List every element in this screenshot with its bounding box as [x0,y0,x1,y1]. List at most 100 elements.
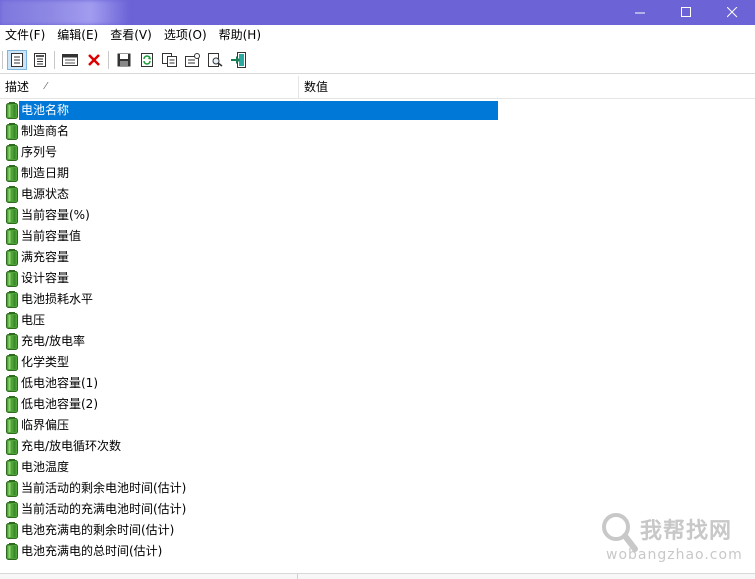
list-item-label: 电池名称 [21,103,70,117]
close-icon [726,7,737,18]
battery-icon [6,249,18,266]
view-html-icon [34,53,46,67]
delete-button[interactable] [84,50,104,70]
list-item[interactable]: 设计容量 [0,268,755,289]
battery-icon [6,228,18,245]
list-item[interactable]: 序列号 [0,142,755,163]
battery-icon [6,312,18,329]
battery-icon [6,375,18,392]
battery-icon [6,438,18,455]
list-item[interactable]: 电池损耗水平 [0,289,755,310]
properties-button[interactable] [60,50,80,70]
list-item[interactable]: 充电/放电率 [0,331,755,352]
properties-icon [62,54,78,66]
list-item-label: 充电/放电循环次数 [21,439,122,453]
list-item[interactable]: 当前活动的剩余电池时间(估计) [0,478,755,499]
battery-icon [6,123,18,140]
column-header-description-label: 描述 [5,80,30,94]
watermark: 我帮找网 wobangzhao.com [600,505,750,575]
list-item[interactable]: 化学类型 [0,352,755,373]
refresh-button[interactable] [137,50,157,70]
list-item-label: 电池充满电的总时间(估计) [21,544,163,558]
list-item-label: 序列号 [21,145,58,159]
menu-help[interactable]: 帮助(H) [213,25,267,46]
list-item-label: 化学类型 [21,355,70,369]
title-bar [0,0,755,25]
save-icon [117,53,131,67]
list-item-label: 临界偏压 [21,418,70,432]
list-item[interactable]: 充电/放电循环次数 [0,436,755,457]
options-button[interactable] [183,50,203,70]
battery-info-list: 电池名称制造商名序列号制造日期电源状态当前容量(%) 当前容量值满充容量设计容量电… [0,100,755,562]
list-item[interactable]: 电源状态 [0,184,755,205]
menu-edit[interactable]: 编辑(E) [51,25,104,46]
save-button[interactable] [114,50,134,70]
column-divider [297,574,298,579]
list-item-label: 电压 [21,313,46,327]
delete-icon [88,54,100,66]
list-item[interactable]: 满充容量 [0,247,755,268]
list-item-label: 电池充满电的剩余时间(估计) [21,523,175,537]
battery-icon [6,333,18,350]
title-text-blurred [0,0,130,25]
list-item[interactable]: 电压 [0,310,755,331]
view-details-icon [11,53,23,67]
find-icon [208,53,223,67]
list-item[interactable]: 当前容量值 [0,226,755,247]
options-icon [185,53,200,67]
battery-icon [6,144,18,161]
toolbar [0,46,755,74]
list-item[interactable]: 电池名称 [0,100,755,121]
battery-icon [6,417,18,434]
battery-icon [6,501,18,518]
menu-options[interactable]: 选项(O) [158,25,213,46]
list-item[interactable]: 当前容量(%) [0,205,755,226]
column-header-value-label: 数值 [304,80,329,94]
battery-icon [6,543,18,560]
list-item-label: 当前活动的剩余电池时间(估计) [21,481,187,495]
list-item-label: 电源状态 [21,187,70,201]
list-item[interactable]: 低电池容量(1) [0,373,755,394]
list-header: 描述 ⁄ 数值 [0,76,755,99]
watermark-url: wobangzhao.com [606,547,743,563]
battery-icon [6,522,18,539]
menu-view[interactable]: 查看(V) [104,25,158,46]
battery-icon [6,396,18,413]
list-item-label: 制造日期 [21,166,70,180]
battery-icon [6,186,18,203]
minimize-button[interactable] [617,0,663,25]
refresh-icon [141,53,153,67]
copy-button[interactable] [160,50,180,70]
list-item-label: 设计容量 [21,271,70,285]
list-item-label: 满充容量 [21,250,70,264]
find-button[interactable] [206,50,226,70]
selection-highlight [19,101,498,120]
list-item-label: 电池温度 [21,460,70,474]
list-item[interactable]: 制造日期 [0,163,755,184]
list-item[interactable]: 电池温度 [0,457,755,478]
view-html-button[interactable] [30,50,50,70]
list-item-label: 当前容量(%) [21,208,90,222]
list-item[interactable]: 制造商名 [0,121,755,142]
battery-icon [6,207,18,224]
battery-icon [6,165,18,182]
column-header-description[interactable]: 描述 ⁄ [0,76,299,98]
close-button[interactable] [709,0,755,25]
list-item[interactable]: 临界偏压 [0,415,755,436]
exit-icon [231,52,246,68]
menu-bar: 文件(F) 编辑(E) 查看(V) 选项(O) 帮助(H) [0,25,755,46]
column-header-value[interactable]: 数值 [299,76,504,98]
list-item[interactable]: 低电池容量(2) [0,394,755,415]
toolbar-separator [54,51,55,69]
toolbar-separator [108,51,109,69]
sort-indicator: ⁄ [45,81,47,92]
list-item-label: 充电/放电率 [21,334,86,348]
menu-file[interactable]: 文件(F) [0,25,51,46]
exit-button[interactable] [229,50,249,70]
list-item-label: 制造商名 [21,124,70,138]
minimize-icon [634,12,645,14]
toolbar-grip [2,51,3,69]
maximize-button[interactable] [663,0,709,25]
view-details-button[interactable] [7,50,27,70]
list-item-label: 低电池容量(1) [21,376,98,390]
